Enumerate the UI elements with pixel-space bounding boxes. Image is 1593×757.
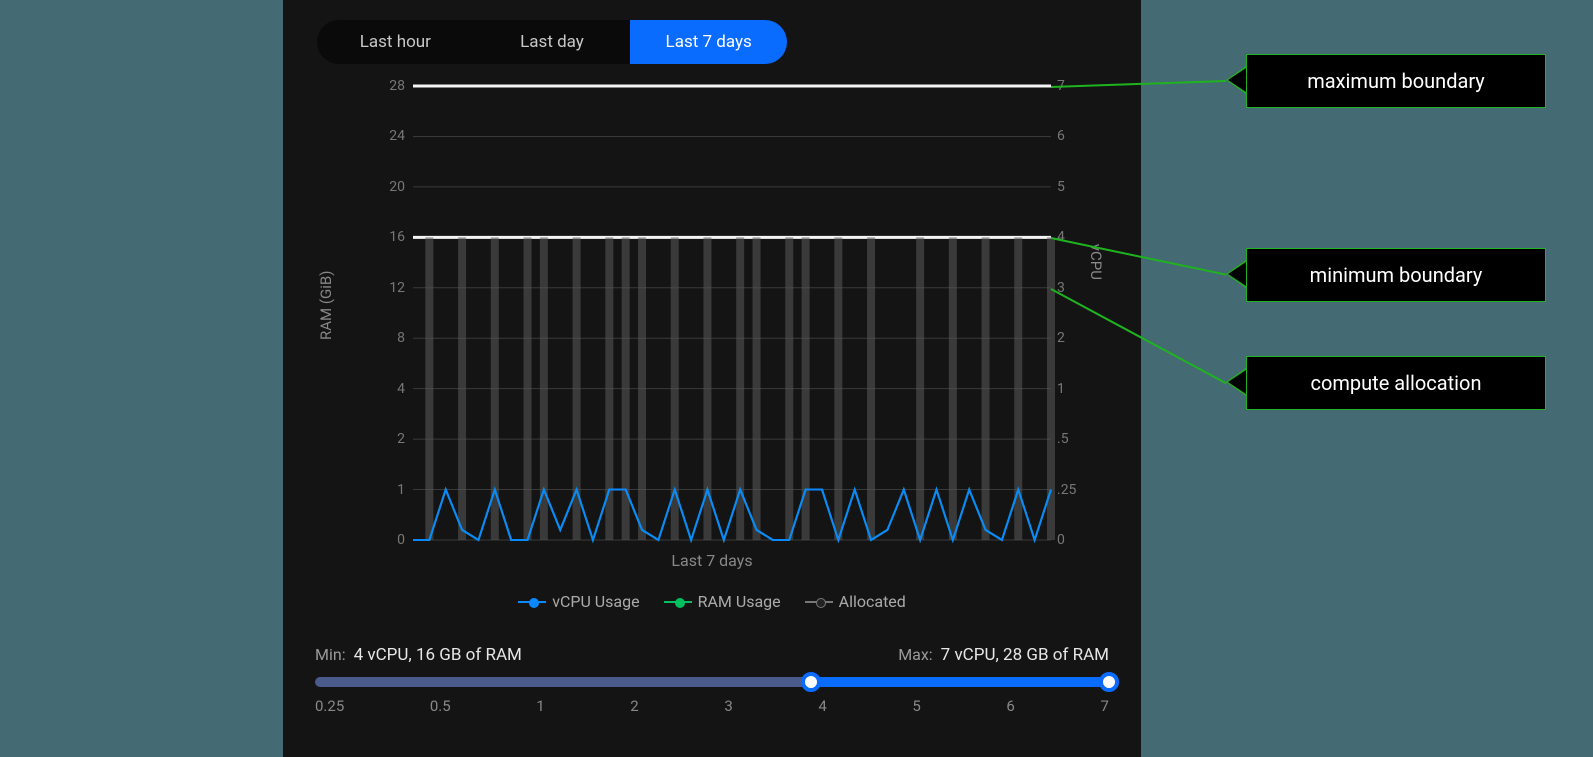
slider-tick: 2 [630,697,638,715]
line-icon [664,601,692,603]
y-tick-left: 8 [375,330,405,346]
tab-last-day[interactable]: Last day [474,20,631,64]
max-limit: Max: 7 vCPU, 28 GB of RAM [898,645,1109,665]
slider-tick: 7 [1100,697,1108,715]
y-tick-left: 4 [375,381,405,397]
max-value: 7 vCPU, 28 GB of RAM [941,645,1109,665]
slider-thumb-max[interactable] [1099,672,1119,692]
y-tick-left: 24 [375,128,405,144]
y-tick-right: 6 [1057,128,1087,144]
line-icon [805,601,833,603]
callout-tail-icon [1228,370,1246,394]
slider-tick: 4 [818,697,826,715]
y-tick-left: 12 [375,280,405,296]
y-tick-right: 5 [1057,179,1087,195]
callout-text: maximum boundary [1307,69,1485,93]
y-tick-left: 1 [375,482,405,498]
callout-text: minimum boundary [1310,263,1483,287]
line-icon [518,601,546,603]
slider-track[interactable] [315,677,1109,687]
callout-tail-icon [1228,262,1246,286]
y-tick-left: 16 [375,229,405,245]
callout-tail-icon [1228,68,1246,92]
slider-tick: 3 [724,697,732,715]
slider-tick: 5 [912,697,920,715]
y-tick-right: .25 [1057,482,1087,498]
y-tick-right: .5 [1057,431,1087,447]
min-value: 4 vCPU, 16 GB of RAM [354,645,522,665]
slider-tick: 0.5 [430,697,451,715]
metrics-panel: Last hour Last day Last 7 days RAM (GiB)… [283,0,1141,757]
x-axis-label: Last 7 days [323,551,1101,570]
tab-last-hour[interactable]: Last hour [317,20,474,64]
y-tick-right: 1 [1057,381,1087,397]
usage-chart: RAM (GiB) vCPU 012481216202428 0.25.5123… [323,80,1101,600]
slider-ticks: 0.25 0.5 1 2 3 4 5 6 7 [315,697,1109,715]
compute-slider: 0.25 0.5 1 2 3 4 5 6 7 [315,677,1109,715]
chart-svg [323,80,1101,580]
slider-thumb-min[interactable] [801,672,821,692]
min-limit: Min: 4 vCPU, 16 GB of RAM [315,645,522,665]
tab-last-7-days[interactable]: Last 7 days [630,20,787,64]
slider-tick: 0.25 [315,697,344,715]
y-tick-right: 0 [1057,532,1087,548]
min-label: Min: [315,645,346,664]
max-label: Max: [898,645,932,664]
y-tick-left: 20 [375,179,405,195]
slider-tick: 1 [536,697,544,715]
y-tick-left: 2 [375,431,405,447]
y-tick-left: 0 [375,532,405,548]
callout-text: compute allocation [1311,371,1482,395]
callout-compute-allocation: compute allocation [1246,356,1546,410]
slider-tick: 6 [1006,697,1014,715]
callout-min-boundary: minimum boundary [1246,248,1546,302]
slider-fill [811,677,1109,687]
y-tick-left: 28 [375,78,405,94]
y-tick-right: 2 [1057,330,1087,346]
callout-max-boundary: maximum boundary [1246,54,1546,108]
time-range-tabs: Last hour Last day Last 7 days [317,20,787,64]
compute-limits: Min: 4 vCPU, 16 GB of RAM Max: 7 vCPU, 28 … [315,645,1109,665]
